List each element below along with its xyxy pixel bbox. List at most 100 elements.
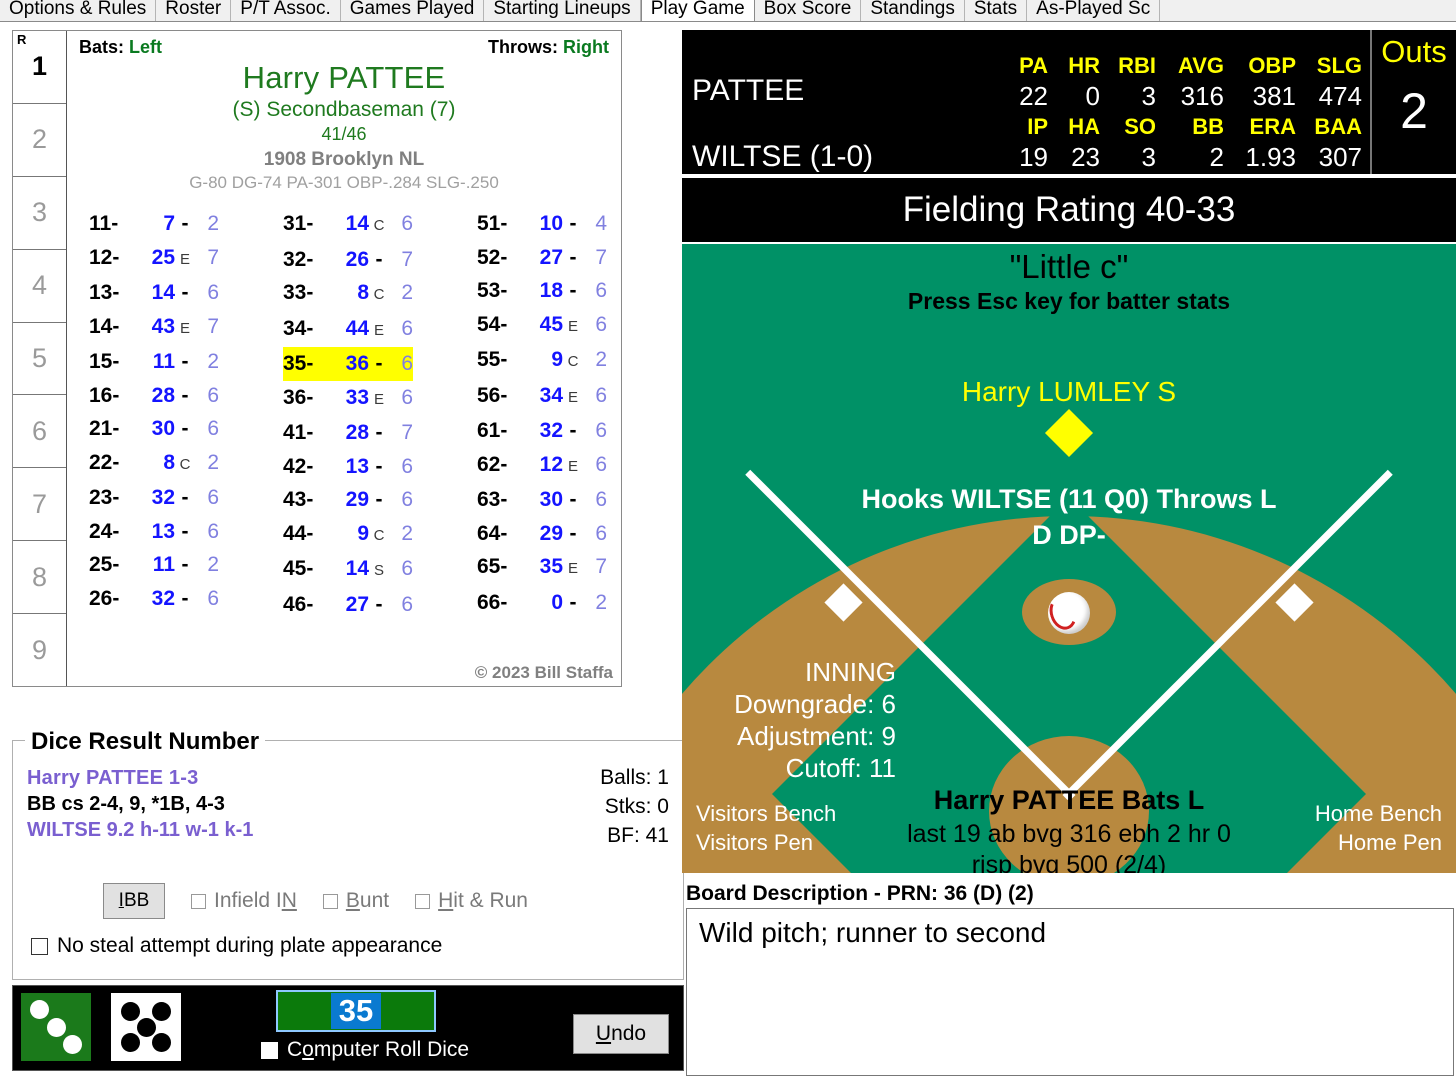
dice-row[interactable]: 32- 26-7 <box>283 243 413 277</box>
ibb-button[interactable]: I BB <box>103 883 165 919</box>
dice-result-flag: E <box>567 388 578 406</box>
inning-number: 1 <box>31 51 48 82</box>
dice-roll-key: 52- <box>477 245 508 269</box>
inning-number: 2 <box>31 124 48 155</box>
bunt-checkbox[interactable]: Bunt <box>322 889 389 913</box>
dice-row[interactable]: 13- 14-6 <box>89 276 219 310</box>
dice-row[interactable]: 24- 13-6 <box>89 515 219 549</box>
dice-row[interactable]: 65- 35 E 7 <box>477 550 607 586</box>
green-die[interactable] <box>21 993 91 1061</box>
inning-cell-6[interactable]: 6 <box>13 395 66 469</box>
dice-row[interactable]: 35- 36-6 <box>283 347 413 381</box>
inning-label: INNING <box>805 657 896 687</box>
tab-as-played-sc[interactable]: As-Played Sc <box>1027 0 1161 21</box>
infield-in-checkbox[interactable]: Infield IN <box>191 889 297 913</box>
home-area[interactable]: Home Bench Home Pen <box>1315 799 1442 857</box>
dice-row[interactable]: 54- 45 E 6 <box>477 308 607 344</box>
dice-roll-key: 11- <box>89 212 119 235</box>
dice-row[interactable]: 44- 9 C 2 <box>283 517 413 553</box>
inning-cell-5[interactable]: 5 <box>13 323 66 396</box>
infield-in-checkbox-box[interactable] <box>191 893 206 909</box>
hit-and-run-checkbox[interactable]: Hit & Run <box>415 889 528 913</box>
batter-stat-header: AVG <box>1177 53 1224 78</box>
dice-result-flag: - <box>375 454 383 478</box>
tab-p-t-assoc[interactable]: P/T Assoc. <box>231 0 341 21</box>
dice-row[interactable]: 42- 13-6 <box>283 450 413 484</box>
dice-row[interactable]: 23- 32-6 <box>89 481 219 515</box>
baseball-field[interactable]: "Little c" Press Esc key for batter stat… <box>682 244 1456 873</box>
dice-row[interactable]: 25- 11-2 <box>89 548 219 582</box>
dice-row[interactable]: 45- 14 S 6 <box>283 552 413 588</box>
batter-stat-value: 22 <box>1019 81 1048 111</box>
bats-group: Bats: Left <box>79 37 162 58</box>
tab-starting-lineups[interactable]: Starting Lineups <box>484 0 641 21</box>
dice-row[interactable]: 62- 12 E 6 <box>477 448 607 484</box>
inning-cell-9[interactable]: 9 <box>13 614 66 686</box>
batter-stat-header-row: PA HR RBI AVG OBP SLG <box>992 52 1362 80</box>
dice-row[interactable]: 64- 29-6 <box>477 517 607 551</box>
batter-stat-value: 0 <box>1085 81 1100 111</box>
inning-cell-4[interactable]: 4 <box>13 250 66 323</box>
tab-options-rules[interactable]: Options & Rules <box>0 0 157 21</box>
hit-and-run-checkbox-box[interactable] <box>415 893 431 909</box>
tab-play-game[interactable]: Play Game <box>640 0 755 21</box>
dice-row[interactable]: 33- 8 C 2 <box>283 276 413 312</box>
visitors-bench-link[interactable]: Visitors Bench <box>696 799 836 828</box>
dice-result-flag: - <box>375 352 383 375</box>
dice-result-flag: - <box>181 486 189 509</box>
computer-roll-dice-checkbox-box[interactable] <box>261 1041 278 1059</box>
dice-row[interactable]: 63- 30-6 <box>477 483 607 517</box>
dice-row[interactable]: 34- 44 E 6 <box>283 312 413 348</box>
dice-roll-key: 21- <box>89 417 120 440</box>
dice-row[interactable]: 22- 8 C 2 <box>89 446 219 482</box>
undo-button[interactable]: Undo <box>573 1014 669 1054</box>
dice-row[interactable]: 41- 28-7 <box>283 416 413 450</box>
dice-row[interactable]: 11- 7-2 <box>89 207 219 241</box>
tab-stats[interactable]: Stats <box>964 0 1028 21</box>
dice-result-value: 11 <box>152 553 175 576</box>
inning-cell-1[interactable]: R1 <box>13 31 66 104</box>
bunt-checkbox-box[interactable] <box>322 893 338 909</box>
dice-row[interactable]: 66- 0-2 <box>477 586 607 620</box>
dice-row[interactable]: 26- 32-6 <box>89 582 219 616</box>
inning-cell-7[interactable]: 7 <box>13 468 66 542</box>
visitors-pen-link[interactable]: Visitors Pen <box>696 828 836 857</box>
dice-row[interactable]: 46- 27-6 <box>283 588 413 622</box>
inning-cell-3[interactable]: 3 <box>13 177 66 250</box>
tab-box-score[interactable]: Box Score <box>754 0 862 21</box>
tab-games-played[interactable]: Games Played <box>340 0 485 21</box>
dice-row[interactable]: 15- 11-2 <box>89 345 219 379</box>
dice-row[interactable]: 53- 18-6 <box>477 274 607 308</box>
home-pen-link[interactable]: Home Pen <box>1315 828 1442 857</box>
dice-row[interactable]: 16- 28-6 <box>89 379 219 413</box>
visitors-area[interactable]: Visitors Bench Visitors Pen <box>696 799 836 857</box>
tab-standings[interactable]: Standings <box>861 0 965 21</box>
home-bench-link[interactable]: Home Bench <box>1315 799 1442 828</box>
white-die[interactable] <box>111 993 181 1061</box>
dice-row[interactable]: 61- 32-6 <box>477 414 607 448</box>
dice-row[interactable]: 52- 27-7 <box>477 241 607 275</box>
bats-throws-row: Bats: Left Throws: Right <box>75 35 613 58</box>
dice-row[interactable]: 55- 9 C 2 <box>477 343 607 379</box>
no-steal-checkbox-box[interactable] <box>31 937 48 955</box>
outs-display: Outs 2 <box>1370 30 1456 174</box>
dice-row[interactable]: 14- 43 E 7 <box>89 310 219 346</box>
roll-result-box[interactable]: 35 <box>276 990 436 1032</box>
dice-row[interactable]: 43- 29-6 <box>283 483 413 517</box>
computer-roll-dice-checkbox[interactable]: Computer Roll Dice <box>261 1038 469 1062</box>
dice-row[interactable]: 56- 34 E 6 <box>477 379 607 415</box>
adjustment-value: Adjustment: 9 <box>737 721 896 751</box>
dice-row[interactable]: 36- 33 E 6 <box>283 381 413 417</box>
dice-row[interactable]: 12- 25 E 7 <box>89 241 219 277</box>
dice-row[interactable]: 31- 14 C 6 <box>283 207 413 243</box>
dice-fielder-number: 7 <box>207 245 219 269</box>
inning-cell-8[interactable]: 8 <box>13 541 66 615</box>
dice-result-legend: Dice Result Number <box>25 728 266 756</box>
batter-stat-value-row: 22 0 3 316 381 474 <box>992 80 1362 113</box>
inning-cell-2[interactable]: 2 <box>13 104 66 177</box>
dice-row[interactable]: 51- 10-4 <box>477 207 607 241</box>
no-steal-checkbox[interactable]: No steal attempt during plate appearance <box>31 934 442 958</box>
tab-roster[interactable]: Roster <box>156 0 232 21</box>
dice-row[interactable]: 21- 30-6 <box>89 412 219 446</box>
batter-card-body: Bats: Left Throws: Right Harry PATTEE (S… <box>67 31 621 686</box>
